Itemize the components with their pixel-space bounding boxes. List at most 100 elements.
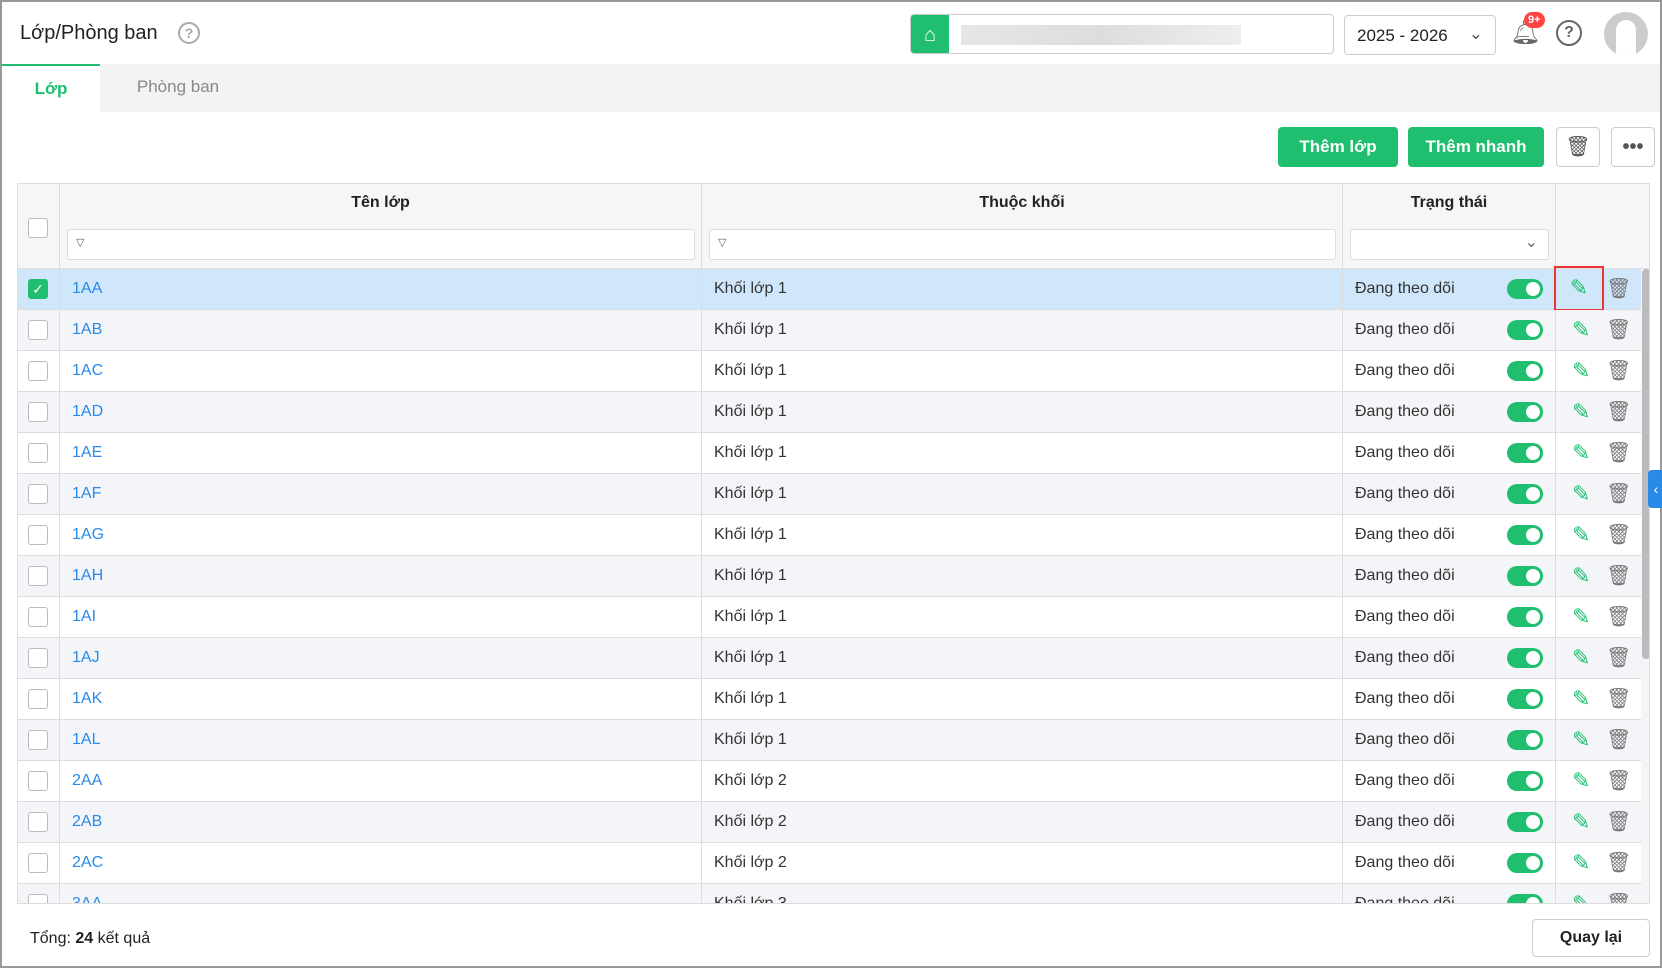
edit-pencil-icon[interactable]: ✎ [1572,761,1590,801]
edit-pencil-icon[interactable]: ✎ [1572,884,1590,903]
edit-pencil-icon[interactable]: ✎ [1572,474,1590,514]
status-toggle[interactable] [1507,443,1543,463]
status-toggle[interactable] [1507,484,1543,504]
edit-pencil-icon[interactable]: ✎ [1572,802,1590,842]
table-row[interactable]: 1AH Khối lớp 1 Đang theo dõi ✎ 🗑︎ [18,556,1641,597]
status-toggle[interactable] [1507,812,1543,832]
table-row[interactable]: 2AC Khối lớp 2 Đang theo dõi ✎ 🗑︎ [18,843,1641,884]
row-checkbox[interactable] [28,771,48,791]
table-row[interactable]: 2AA Khối lớp 2 Đang theo dõi ✎ 🗑︎ [18,761,1641,802]
status-toggle[interactable] [1507,402,1543,422]
row-checkbox[interactable] [28,320,48,340]
collapse-side-panel-button[interactable]: ‹ [1648,470,1662,508]
tab-lop[interactable]: Lớp [2,64,100,112]
class-name-link[interactable]: 1AI [60,597,702,637]
delete-trash-icon[interactable]: 🗑︎ [1606,433,1631,473]
table-row[interactable]: 2AB Khối lớp 2 Đang theo dõi ✎ 🗑︎ [18,802,1641,843]
status-toggle[interactable] [1507,730,1543,750]
class-name-link[interactable]: 3AA [60,884,702,903]
row-checkbox[interactable] [28,894,48,903]
edit-pencil-icon[interactable]: ✎ [1572,679,1590,719]
class-name-link[interactable]: 1AA [60,269,702,309]
school-selector[interactable]: ⌂ [910,14,1334,54]
vertical-scrollbar[interactable] [1641,269,1649,903]
row-checkbox[interactable] [28,525,48,545]
table-row[interactable]: 1AK Khối lớp 1 Đang theo dõi ✎ 🗑︎ [18,679,1641,720]
class-name-link[interactable]: 2AB [60,802,702,842]
edit-pencil-icon[interactable]: ✎ [1572,638,1590,678]
class-name-link[interactable]: 2AC [60,843,702,883]
class-name-link[interactable]: 1AJ [60,638,702,678]
table-row[interactable]: 1AG Khối lớp 1 Đang theo dõi ✎ 🗑︎ [18,515,1641,556]
name-filter-input[interactable]: ▽ [67,229,695,260]
delete-trash-icon[interactable]: 🗑︎ [1606,679,1631,719]
table-row[interactable]: 1AF Khối lớp 1 Đang theo dõi ✎ 🗑︎ [18,474,1641,515]
table-row[interactable]: ✓ 1AA Khối lớp 1 Đang theo dõi ✎ 🗑︎ [18,266,1641,311]
status-toggle[interactable] [1507,689,1543,709]
edit-pencil-icon[interactable]: ✎ [1572,556,1590,596]
row-checkbox[interactable] [28,853,48,873]
class-name-link[interactable]: 1AF [60,474,702,514]
school-year-select[interactable]: 2025 - 2026 ⌄ [1344,15,1496,55]
status-toggle[interactable] [1507,607,1543,627]
delete-trash-icon[interactable]: 🗑︎ [1606,351,1631,391]
back-button[interactable]: Quay lại [1532,919,1650,957]
table-row[interactable]: 1AC Khối lớp 1 Đang theo dõi ✎ 🗑︎ [18,351,1641,392]
edit-pencil-icon[interactable]: ✎ [1572,351,1590,391]
delete-trash-icon[interactable]: 🗑︎ [1606,597,1631,637]
edit-pencil-icon[interactable]: ✎ [1554,266,1604,311]
row-checkbox[interactable] [28,402,48,422]
table-row[interactable]: 1AL Khối lớp 1 Đang theo dõi ✎ 🗑︎ [18,720,1641,761]
delete-trash-icon[interactable]: 🗑︎ [1606,556,1631,596]
help-circle-icon[interactable]: ? [178,22,200,44]
class-name-link[interactable]: 1AB [60,310,702,350]
table-row[interactable]: 3AA Khối lớp 3 Đang theo dõi ✎ 🗑︎ [18,884,1641,903]
table-row[interactable]: 1AD Khối lớp 1 Đang theo dõi ✎ 🗑︎ [18,392,1641,433]
class-name-link[interactable]: 1AE [60,433,702,473]
status-toggle[interactable] [1507,525,1543,545]
select-all-checkbox[interactable] [28,218,48,238]
delete-trash-icon[interactable]: 🗑︎ [1606,638,1631,678]
class-name-link[interactable]: 1AG [60,515,702,555]
table-row[interactable]: 1AJ Khối lớp 1 Đang theo dõi ✎ 🗑︎ [18,638,1641,679]
row-checkbox[interactable] [28,443,48,463]
row-checkbox[interactable] [28,689,48,709]
more-options-button[interactable]: ••• [1611,127,1655,167]
delete-trash-icon[interactable]: 🗑︎ [1606,269,1631,309]
status-filter-select[interactable]: ⌄ [1350,229,1549,260]
row-checkbox[interactable] [28,361,48,381]
edit-pencil-icon[interactable]: ✎ [1572,843,1590,883]
class-name-link[interactable]: 2AA [60,761,702,801]
table-row[interactable]: 1AB Khối lớp 1 Đang theo dõi ✎ 🗑︎ [18,310,1641,351]
edit-pencil-icon[interactable]: ✎ [1572,310,1590,350]
delete-trash-icon[interactable]: 🗑︎ [1606,720,1631,760]
help-icon[interactable]: ? [1556,20,1582,46]
status-toggle[interactable] [1507,361,1543,381]
delete-trash-icon[interactable]: 🗑︎ [1606,802,1631,842]
grade-filter-input[interactable]: ▽ [709,229,1336,260]
status-toggle[interactable] [1507,771,1543,791]
class-name-link[interactable]: 1AL [60,720,702,760]
class-name-link[interactable]: 1AK [60,679,702,719]
add-class-button[interactable]: Thêm lớp [1278,127,1398,167]
table-row[interactable]: 1AI Khối lớp 1 Đang theo dõi ✎ 🗑︎ [18,597,1641,638]
delete-trash-icon[interactable]: 🗑︎ [1606,310,1631,350]
quick-add-button[interactable]: Thêm nhanh [1408,127,1544,167]
status-toggle[interactable] [1507,853,1543,873]
edit-pencil-icon[interactable]: ✎ [1572,515,1590,555]
delete-trash-icon[interactable]: 🗑︎ [1606,843,1631,883]
delete-trash-icon[interactable]: 🗑︎ [1606,884,1631,903]
class-name-link[interactable]: 1AD [60,392,702,432]
class-name-link[interactable]: 1AC [60,351,702,391]
row-checkbox[interactable]: ✓ [28,279,48,299]
class-name-link[interactable]: 1AH [60,556,702,596]
edit-pencil-icon[interactable]: ✎ [1572,720,1590,760]
avatar[interactable] [1604,12,1648,56]
delete-trash-icon[interactable]: 🗑︎ [1606,515,1631,555]
row-checkbox[interactable] [28,730,48,750]
row-checkbox[interactable] [28,607,48,627]
status-toggle[interactable] [1507,894,1543,903]
delete-trash-icon[interactable]: 🗑︎ [1606,761,1631,801]
status-toggle[interactable] [1507,279,1543,299]
edit-pencil-icon[interactable]: ✎ [1572,433,1590,473]
